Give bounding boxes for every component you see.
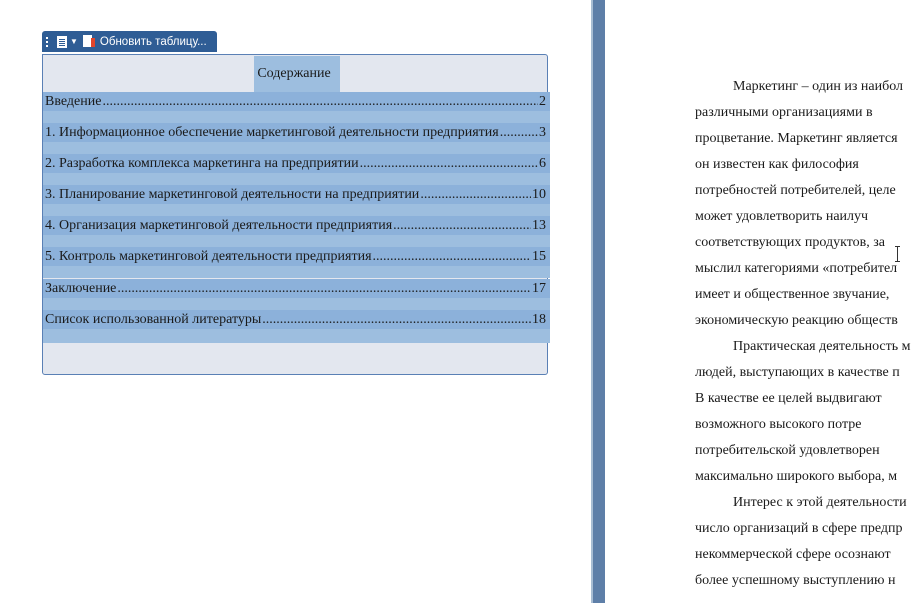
toc-title: Содержание [257,66,331,81]
text-line: процветание. Маркетинг является [695,131,898,146]
text-line: некоммерческой сфере осознают [695,547,891,562]
text-line: Интерес к этой деятельности [733,495,907,510]
text-line: имеет и общественное звучание, [695,287,890,302]
toc-entry[interactable]: 4. Организация маркетинговой деятельност… [43,216,550,235]
toc-entry[interactable]: Введение 2 [43,92,550,111]
toc-entry-page: 13 [532,218,546,233]
toc-entry[interactable]: 5. Контроль маркетинговой деятельности п… [43,247,550,266]
toc-entry-page: 3 [539,125,546,140]
toc-entry-text: 2. Разработка комплекса маркетинга на пр… [45,156,359,171]
text-line: соответствующих продуктов, за [695,235,885,250]
text-line: Маркетинг – один из наибол [733,79,904,94]
text-line: он известен как философия [695,157,859,172]
toc-entry[interactable]: Заключение 17 [43,279,550,298]
toc-entry-text: Введение [45,94,102,109]
toc-entry-text: 3. Планирование маркетинговой деятельнос… [45,187,420,202]
toc-entry-text: Список использованной литературы [45,312,262,327]
toc-entry-text: Заключение [45,281,117,296]
update-table-button[interactable]: Обновить таблицу... [100,36,207,48]
drag-handle-icon[interactable] [45,36,51,47]
toc-entry-text: 4. Организация маркетинговой деятельност… [45,218,393,233]
text-line: В качестве ее целей выдвигают [695,391,882,406]
document-icon[interactable] [57,35,67,48]
toc-entry-page: 17 [532,281,546,296]
toc-entry-text: 1. Информационное обеспечение маркетинго… [45,125,499,140]
right-page: Маркетинг – один из наибол различными ор… [605,0,919,603]
text-cursor-icon [895,246,900,262]
toc-entry-text: 5. Контроль маркетинговой деятельности п… [45,249,372,264]
toc-entry[interactable]: 1. Информационное обеспечение маркетинго… [43,123,550,142]
left-page: ▼ Обновить таблицу... Содержание Введени… [0,0,591,603]
text-line: возможного высокого потре [695,417,862,432]
update-table-icon[interactable] [82,35,95,48]
text-line: потребительской удовлетворен [695,443,880,458]
text-line: потребностей потребителей, целе [695,183,896,198]
text-line: мыслил категориями «потребител [695,261,898,276]
text-line: число организаций в сфере предпр [695,521,903,536]
text-line: может удовлетворить наилуч [695,209,869,224]
text-line: различными организациями в [695,105,873,120]
toc-entry-page: 18 [532,312,546,327]
toc-entry-page: 2 [539,94,546,109]
toc-entry[interactable]: 2. Разработка комплекса маркетинга на пр… [43,154,550,173]
text-line: более успешному выступлению н [695,573,896,588]
toc-entry-page: 6 [539,156,546,171]
text-line: людей, выступающих в качестве п [695,365,900,380]
toc-entry[interactable]: Список использованной литературы 18 [43,310,550,329]
chevron-down-icon[interactable]: ▼ [70,37,78,46]
text-line: экономическую реакцию обществ [695,313,898,328]
text-line: Практическая деятельность м [733,339,911,354]
toc-toolbar: ▼ Обновить таблицу... [42,31,217,52]
page-divider [593,0,605,603]
text-line: максимально широкого выбора, м [695,469,898,484]
toc-entry-page: 10 [532,187,546,202]
toc-entry[interactable]: 3. Планирование маркетинговой деятельнос… [43,185,550,204]
toc-entry-page: 15 [532,249,546,264]
